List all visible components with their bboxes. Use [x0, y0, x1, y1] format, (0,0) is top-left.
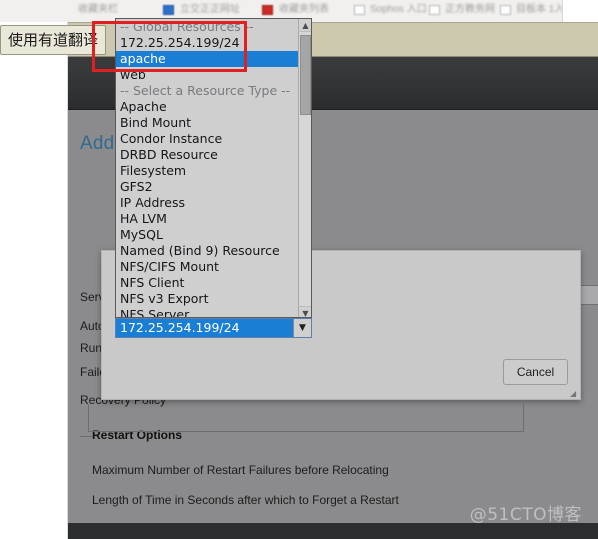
dropdown-option[interactable]: Condor Instance	[116, 131, 299, 147]
dropdown-option[interactable]: NFS v3 Export	[116, 291, 299, 307]
dropdown-option[interactable]: Named (Bind 9) Resource	[116, 243, 299, 259]
dropdown-option[interactable]: IP Address	[116, 195, 299, 211]
dropdown-option[interactable]: Filesystem	[116, 163, 299, 179]
label-length-of-time: Length of Time in Seconds after which to…	[92, 493, 399, 507]
chevron-down-icon[interactable]: ▼	[293, 319, 311, 337]
screenshot-root: 收藏夹栏 立交正正网址 收藏夹列表 Sophos 入口 正方教务网 目板本 1入…	[0, 0, 598, 539]
dropdown-option[interactable]: web	[116, 67, 299, 83]
dropdown-option[interactable]: apache	[116, 51, 299, 67]
dropdown-option[interactable]: NFS/CIFS Mount	[116, 259, 299, 275]
dropdown-option[interactable]: NFS Client	[116, 275, 299, 291]
bookmark-icon-2	[262, 5, 273, 15]
field-row-length-of-time: Length of Time in Seconds after which to…	[92, 491, 399, 509]
browser-bar-right-edge	[562, 0, 598, 22]
fieldset-border-left	[80, 436, 92, 437]
bookmark-item-2[interactable]: 收藏夹列表	[279, 3, 329, 17]
field-row-max-restart-failures: Maximum Number of Restart Failures befor…	[92, 461, 389, 479]
label-maximum-restart-failures: Maximum Number of Restart Failures befor…	[92, 463, 389, 477]
bookmark-item-0[interactable]: 收藏夹栏	[78, 3, 118, 17]
dropdown-option[interactable]: -- Global Resources --	[116, 19, 299, 35]
modal-cancel-button[interactable]: Cancel	[503, 359, 568, 385]
dropdown-option[interactable]: HA LVM	[116, 211, 299, 227]
dropdown-option-list[interactable]: -- Global Resources -- 172.25.254.199/24 a…	[116, 19, 299, 317]
bookmark-item-3[interactable]: Sophos 入口	[370, 3, 427, 17]
modal-inner-frame	[88, 404, 524, 432]
scroll-down-arrow-icon[interactable]: ▼	[299, 306, 311, 317]
resource-type-select[interactable]: 172.25.254.199/24 ▼	[115, 318, 312, 338]
dropdown-option[interactable]: DRBD Resource	[116, 147, 299, 163]
bookmark-item-5[interactable]: 目板本 1入	[516, 3, 564, 17]
dropdown-option[interactable]: Apache	[116, 99, 299, 115]
resource-type-dropdown-popup[interactable]: -- Global Resources -- 172.25.254.199/24 a…	[115, 18, 312, 318]
scrollbar-thumb[interactable]	[300, 35, 311, 115]
watermark-text: @51CTO博客	[469, 505, 582, 525]
bookmark-icon-4	[429, 5, 440, 15]
dropdown-option[interactable]: Bind Mount	[116, 115, 299, 131]
dropdown-option[interactable]: 172.25.254.199/24	[116, 35, 299, 51]
bookmark-icon-3	[354, 5, 365, 15]
page-bottom-dark-strip	[68, 523, 598, 539]
dropdown-option[interactable]: GFS2	[116, 179, 299, 195]
page-left-gutter	[0, 22, 68, 539]
use-youdao-translate-button[interactable]: 使用有道翻译	[0, 25, 106, 55]
bookmark-icon-1	[163, 5, 174, 15]
bookmark-item-1[interactable]: 立交正正网址	[180, 3, 240, 17]
dropdown-option[interactable]: MySQL	[116, 227, 299, 243]
scroll-up-arrow-icon[interactable]: ▲	[299, 19, 311, 32]
bookmark-icon-5	[500, 5, 511, 15]
dropdown-scrollbar[interactable]: ▲ ▼	[298, 19, 311, 317]
resource-type-select-value: 172.25.254.199/24	[120, 320, 240, 335]
dropdown-option[interactable]: NFS Server	[116, 307, 299, 317]
bookmark-item-4[interactable]: 正方教务网	[445, 3, 495, 17]
modal-resize-handle[interactable]: ◢	[570, 390, 578, 398]
dropdown-option[interactable]: -- Select a Resource Type --	[116, 83, 299, 99]
